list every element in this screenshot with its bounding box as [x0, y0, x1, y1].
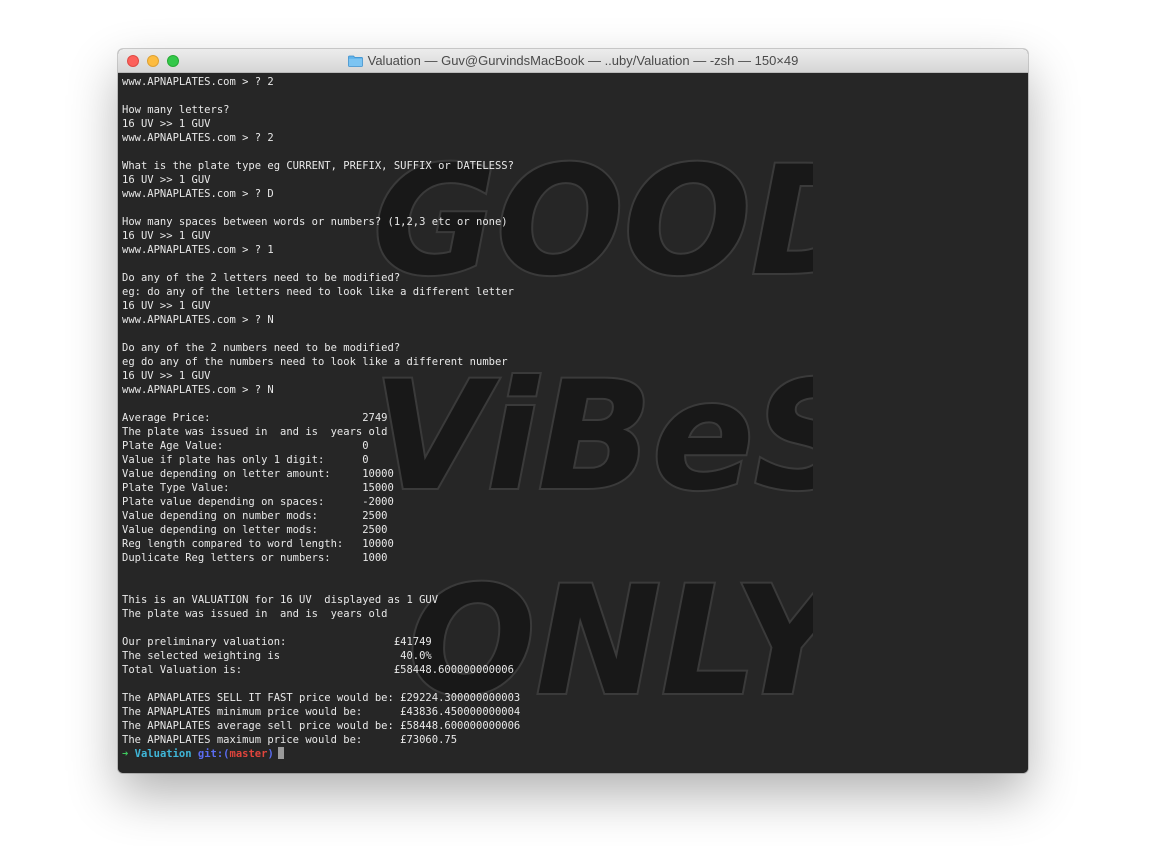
terminal-line: Value depending on number mods: 2500 — [122, 510, 388, 522]
terminal-line: Value depending on letter mods: 2500 — [122, 524, 388, 536]
terminal-line: The selected weighting is 40.0% — [122, 650, 432, 662]
terminal-line: How many spaces between words or numbers… — [122, 216, 508, 228]
folder-icon — [347, 55, 363, 67]
terminal-line: The plate was issued in and is years old — [122, 608, 388, 620]
terminal-line: 16 UV >> 1 GUV — [122, 300, 211, 312]
terminal-line: Reg length compared to word length: 1000… — [122, 538, 394, 550]
terminal-line: Total Valuation is: £58448.600000000006 — [122, 664, 514, 676]
terminal-line: www.APNAPLATES.com > ? 1 — [122, 244, 274, 256]
terminal-line: 16 UV >> 1 GUV — [122, 370, 211, 382]
terminal-line: www.APNAPLATES.com > ? 2 — [122, 76, 274, 88]
terminal-line: eg do any of the numbers need to look li… — [122, 356, 508, 368]
text-cursor — [277, 747, 284, 759]
terminal-line: Plate Age Value: 0 — [122, 440, 369, 452]
terminal-line: This is an VALUATION for 16 UV displayed… — [122, 594, 439, 606]
terminal-line: The APNAPLATES average sell price would … — [122, 720, 521, 732]
terminal-line: www.APNAPLATES.com > ? N — [122, 384, 274, 396]
window-title: Valuation — Guv@GurvindsMacBook — ..uby/… — [367, 53, 799, 68]
shell-prompt[interactable]: ➜ Valuation git:(master) — [122, 747, 1028, 761]
terminal-line: Value depending on letter amount: 10000 — [122, 468, 394, 480]
terminal-line: Plate Type Value: 15000 — [122, 482, 394, 494]
terminal-line: How many letters? — [122, 104, 230, 116]
terminal-line: The APNAPLATES SELL IT FAST price would … — [122, 692, 521, 704]
terminal-line: The APNAPLATES maximum price would be: £… — [122, 734, 458, 746]
terminal-line: www.APNAPLATES.com > ? N — [122, 314, 274, 326]
terminal-line: The APNAPLATES minimum price would be: £… — [122, 706, 521, 718]
terminal-line: www.APNAPLATES.com > ? D — [122, 188, 274, 200]
prompt-git-label: git:( — [197, 748, 230, 760]
terminal-line: 16 UV >> 1 GUV — [122, 174, 211, 186]
terminal-line: Do any of the 2 numbers need to be modif… — [122, 342, 401, 354]
terminal-line: Duplicate Reg letters or numbers: 1000 — [122, 552, 388, 564]
terminal-line: Do any of the 2 letters need to be modif… — [122, 272, 401, 284]
terminal-line: What is the plate type eg CURRENT, PREFI… — [122, 160, 514, 172]
terminal-line: The plate was issued in and is years old — [122, 426, 388, 438]
prompt-git-close: ) — [267, 748, 274, 760]
terminal-line: 16 UV >> 1 GUV — [122, 118, 211, 130]
prompt-arrow-icon: ➜ — [122, 748, 129, 760]
terminal-content[interactable]: GOOD ViBeS ONLY www.APNAPLATES.com > ? 2… — [118, 73, 1028, 773]
terminal-line: 16 UV >> 1 GUV — [122, 230, 211, 242]
terminal-line: Value if plate has only 1 digit: 0 — [122, 454, 369, 466]
terminal-line: Plate value depending on spaces: -2000 — [122, 496, 394, 508]
prompt-directory: Valuation — [134, 748, 192, 760]
window-title-container: Valuation — Guv@GurvindsMacBook — ..uby/… — [118, 49, 1028, 72]
terminal-line: eg: do any of the letters need to look l… — [122, 286, 514, 298]
prompt-branch: master — [229, 748, 268, 760]
terminal-line: www.APNAPLATES.com > ? 2 — [122, 132, 274, 144]
terminal-line: Average Price: 2749 — [122, 412, 388, 424]
terminal-line: Our preliminary valuation: £41749 — [122, 636, 432, 648]
title-bar[interactable]: Valuation — Guv@GurvindsMacBook — ..uby/… — [118, 49, 1028, 73]
terminal-output: www.APNAPLATES.com > ? 2 How many letters… — [122, 75, 1028, 761]
terminal-window: Valuation — Guv@GurvindsMacBook — ..uby/… — [118, 49, 1028, 773]
